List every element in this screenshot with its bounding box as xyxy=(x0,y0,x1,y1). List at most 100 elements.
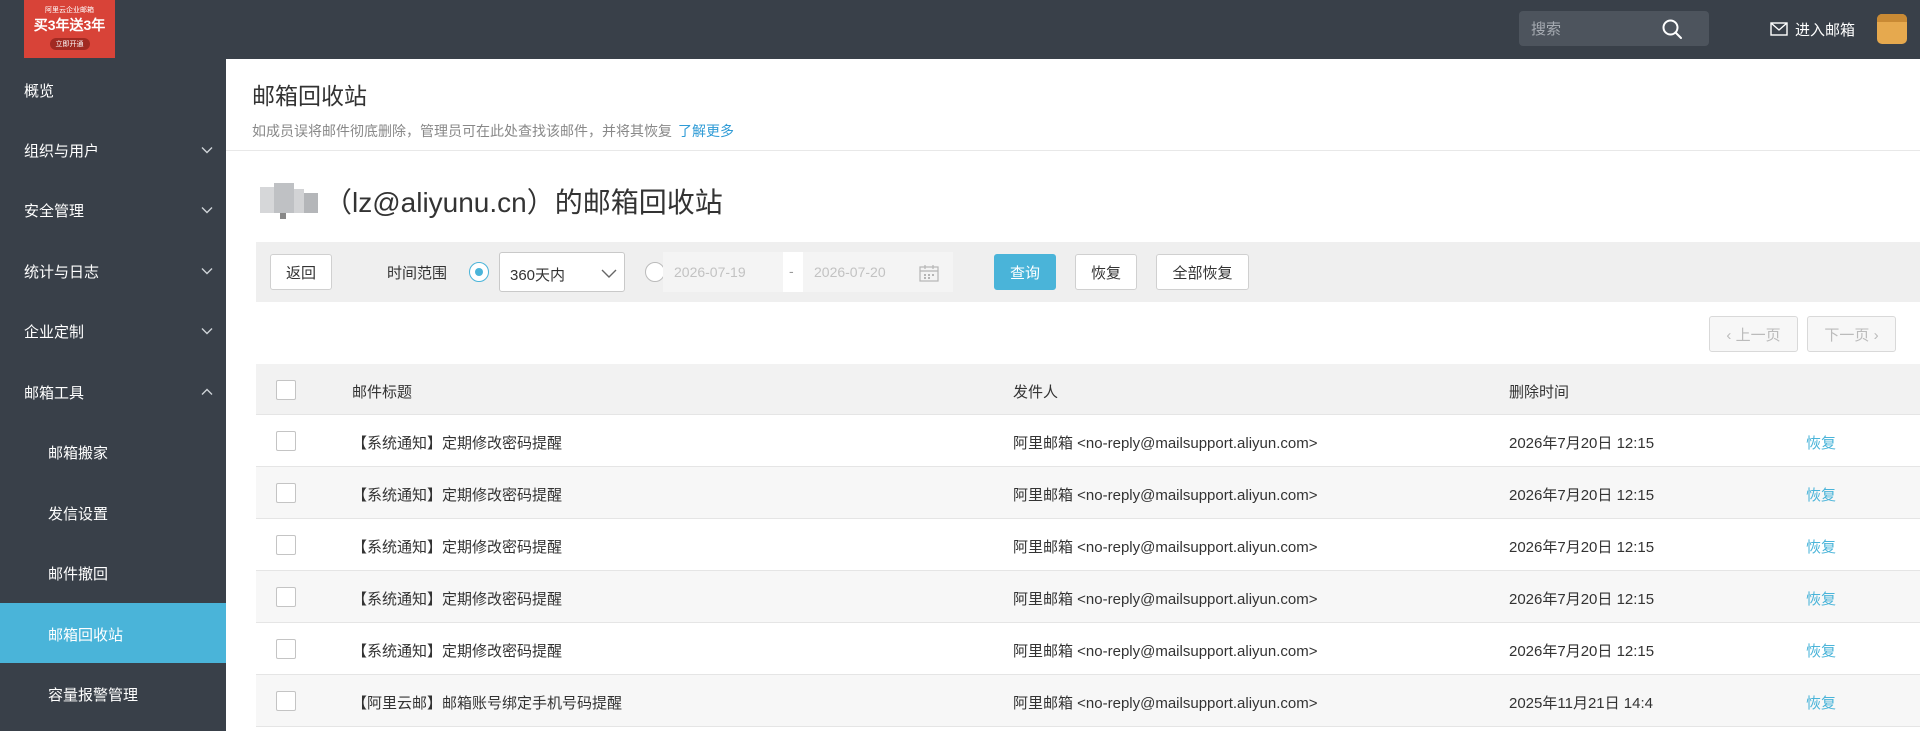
promo-brand: 阿里云企业邮箱 xyxy=(45,7,94,14)
header-subject[interactable]: 邮件标题 xyxy=(352,381,412,402)
promo-logo[interactable]: 阿里云企业邮箱 买3年送3年 立即开通 xyxy=(24,0,115,58)
sidebar-item-label: 企业定制 xyxy=(24,324,85,341)
row-restore-link[interactable]: 恢复 xyxy=(1806,484,1836,505)
search-input[interactable] xyxy=(1531,19,1661,39)
header-sender[interactable]: 发件人 xyxy=(1013,381,1058,402)
back-button[interactable]: 返回 xyxy=(270,254,332,290)
table-row[interactable]: 【系统通知】定期修改密码提醒 阿里邮箱 <no-reply@mailsuppor… xyxy=(256,623,1920,675)
table-row[interactable]: 【阿里云邮】邮箱账号绑定手机号码提醒 阿里邮箱 <no-reply@mailsu… xyxy=(256,675,1920,727)
sidebar-item-mail-tools[interactable]: 邮箱工具 xyxy=(0,361,226,421)
mail-icon xyxy=(1770,22,1788,36)
custom-range-radio[interactable] xyxy=(645,262,665,282)
select-all-checkbox[interactable] xyxy=(276,380,296,400)
enter-mailbox-link[interactable]: 进入邮箱 xyxy=(1770,17,1855,41)
sidebar-item-label: 邮箱工具 xyxy=(24,385,85,402)
mail-sender: 阿里邮箱 <no-reply@mailsupport.aliyun.com> xyxy=(1013,643,1318,660)
search-box xyxy=(1519,11,1709,46)
delete-time: 2025年11月21日 14:4 xyxy=(1509,695,1653,712)
row-checkbox[interactable] xyxy=(276,535,296,555)
restore-button[interactable]: 恢复 xyxy=(1075,254,1137,290)
sidebar-item-label: 概览 xyxy=(24,83,55,100)
calendar-icon[interactable] xyxy=(919,264,939,282)
chevron-down-icon xyxy=(201,147,213,154)
page-description: 如成员误将邮件彻底删除，管理员可在此处查找该邮件，并将其恢复 了解更多 xyxy=(252,121,734,141)
mail-subject: 【系统通知】定期修改密码提醒 xyxy=(352,643,563,660)
prev-page-button[interactable]: ‹ 上一页 xyxy=(1709,316,1798,352)
enter-mailbox-label: 进入邮箱 xyxy=(1795,21,1856,39)
chevron-down-icon xyxy=(201,268,213,275)
page-header: 邮箱回收站 如成员误将邮件彻底删除，管理员可在此处查找该邮件，并将其恢复 了解更多 xyxy=(226,59,1920,151)
sidebar-item-label: 发信设置 xyxy=(48,506,109,523)
sidebar-item-label: 安全管理 xyxy=(24,203,85,220)
sidebar-item-overview[interactable]: 概览 xyxy=(0,59,226,119)
delete-time: 2026年7月20日 12:15 xyxy=(1509,643,1655,660)
time-range-select[interactable]: 360天内 xyxy=(499,252,625,292)
row-checkbox[interactable] xyxy=(276,691,296,711)
mail-sender: 阿里邮箱 <no-reply@mailsupport.aliyun.com> xyxy=(1013,435,1318,452)
preset-range-radio[interactable] xyxy=(469,262,489,282)
time-range-label: 时间范围 xyxy=(387,265,448,282)
sidebar-item-send-settings[interactable]: 发信设置 xyxy=(0,482,226,542)
mail-sender: 阿里邮箱 <no-reply@mailsupport.aliyun.com> xyxy=(1013,591,1318,608)
date-range-picker: 2026-07-19 - 2026-07-20 xyxy=(663,252,953,292)
mail-subject: 【系统通知】定期修改密码提醒 xyxy=(352,591,563,608)
avatar[interactable] xyxy=(1877,14,1907,44)
row-checkbox[interactable] xyxy=(276,639,296,659)
start-date-input[interactable]: 2026-07-19 xyxy=(663,252,783,292)
sidebar-item-mail-recall[interactable]: 邮件撤回 xyxy=(0,542,226,602)
table-row[interactable]: 【系统通知】定期修改密码提醒 阿里邮箱 <no-reply@mailsuppor… xyxy=(256,467,1920,519)
sidebar-item-label: 容量报警管理 xyxy=(48,687,139,704)
sidebar-item-enterprise-custom[interactable]: 企业定制 xyxy=(0,300,226,360)
chevron-down-icon xyxy=(201,328,213,335)
sidebar-item-org-users[interactable]: 组织与用户 xyxy=(0,119,226,179)
chevron-down-icon xyxy=(601,269,617,278)
row-checkbox[interactable] xyxy=(276,483,296,503)
row-restore-link[interactable]: 恢复 xyxy=(1806,432,1836,453)
promo-cta[interactable]: 立即开通 xyxy=(49,38,90,50)
sidebar-item-mail-migration[interactable]: 邮箱搬家 xyxy=(0,421,226,481)
delete-time: 2026年7月20日 12:15 xyxy=(1509,591,1655,608)
user-heading-line: （lz@aliyunu.cn）的邮箱回收站 xyxy=(260,177,723,225)
blurred-user-avatar xyxy=(260,181,318,221)
mail-subject: 【阿里云邮】邮箱账号绑定手机号码提醒 xyxy=(352,695,623,712)
row-restore-link[interactable]: 恢复 xyxy=(1806,692,1836,713)
mail-subject: 【系统通知】定期修改密码提醒 xyxy=(352,539,563,556)
sidebar-item-label: 邮箱回收站 xyxy=(48,627,124,644)
time-range-value: 360天内 xyxy=(510,267,566,284)
row-restore-link[interactable]: 恢复 xyxy=(1806,640,1836,661)
row-restore-link[interactable]: 恢复 xyxy=(1806,588,1836,609)
sidebar-item-label: 统计与日志 xyxy=(24,264,100,281)
mail-sender: 阿里邮箱 <no-reply@mailsupport.aliyun.com> xyxy=(1013,487,1318,504)
mail-sender: 阿里邮箱 <no-reply@mailsupport.aliyun.com> xyxy=(1013,539,1318,556)
table-row[interactable]: 【系统通知】定期修改密码提醒 阿里邮箱 <no-reply@mailsuppor… xyxy=(256,519,1920,571)
sidebar-item-label: 邮箱搬家 xyxy=(48,445,109,462)
search-icon[interactable] xyxy=(1661,18,1683,40)
header-delete-time[interactable]: 删除时间 xyxy=(1509,381,1569,402)
delete-time: 2026年7月20日 12:15 xyxy=(1509,487,1655,504)
mail-subject: 【系统通知】定期修改密码提醒 xyxy=(352,435,563,452)
chevron-down-icon xyxy=(201,207,213,214)
sidebar-item-recycle-bin[interactable]: 邮箱回收站 xyxy=(0,603,226,663)
main-content: 邮箱回收站 如成员误将邮件彻底删除，管理员可在此处查找该邮件，并将其恢复 了解更多… xyxy=(226,59,1920,731)
table-row[interactable]: 【系统通知】定期修改密码提醒 阿里邮箱 <no-reply@mailsuppor… xyxy=(256,415,1920,467)
row-restore-link[interactable]: 恢复 xyxy=(1806,536,1836,557)
query-button[interactable]: 查询 xyxy=(994,254,1056,290)
mail-table: 邮件标题 发件人 删除时间 【系统通知】定期修改密码提醒 阿里邮箱 <no-re… xyxy=(256,364,1920,727)
learn-more-link[interactable]: 了解更多 xyxy=(678,123,734,139)
table-row[interactable]: 【系统通知】定期修改密码提醒 阿里邮箱 <no-reply@mailsuppor… xyxy=(256,571,1920,623)
next-page-button[interactable]: 下一页 › xyxy=(1807,316,1896,352)
delete-time: 2026年7月20日 12:15 xyxy=(1509,435,1655,452)
sidebar-item-stats-logs[interactable]: 统计与日志 xyxy=(0,240,226,300)
recycle-bin-heading: （lz@aliyunu.cn）的邮箱回收站 xyxy=(324,187,723,218)
restore-all-button[interactable]: 全部恢复 xyxy=(1156,254,1249,290)
row-checkbox[interactable] xyxy=(276,587,296,607)
sidebar-item-capacity-alert[interactable]: 容量报警管理 xyxy=(0,663,226,723)
table-header-row: 邮件标题 发件人 删除时间 xyxy=(256,364,1920,415)
description-text: 如成员误将邮件彻底删除，管理员可在此处查找该邮件，并将其恢复 xyxy=(252,123,672,139)
date-separator: - xyxy=(789,263,794,279)
end-date-value: 2026-07-20 xyxy=(814,264,886,280)
sidebar-item-security[interactable]: 安全管理 xyxy=(0,179,226,239)
row-checkbox[interactable] xyxy=(276,431,296,451)
mail-subject: 【系统通知】定期修改密码提醒 xyxy=(352,487,563,504)
page-title: 邮箱回收站 xyxy=(252,83,367,109)
